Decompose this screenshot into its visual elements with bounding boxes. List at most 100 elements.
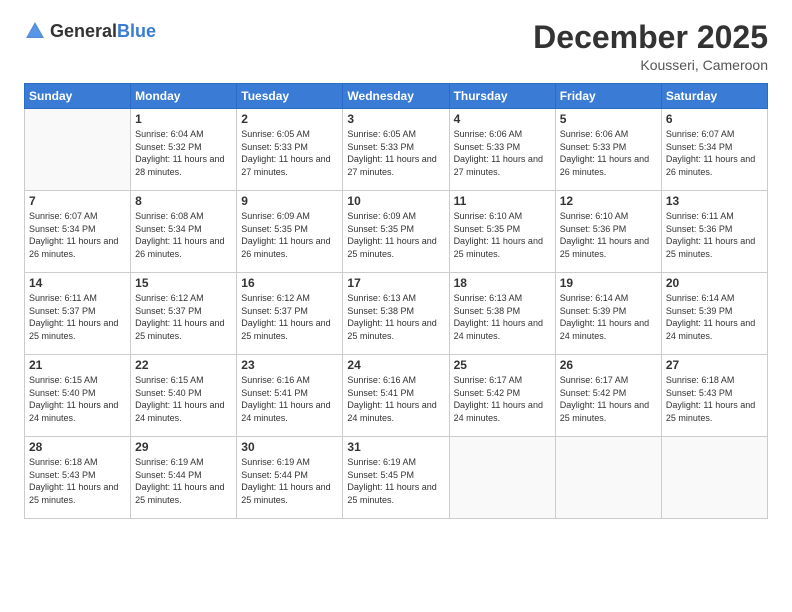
cell-0-5: 5 Sunrise: 6:06 AM Sunset: 5:33 PM Daylig… <box>555 109 661 191</box>
week-row-3: 21 Sunrise: 6:15 AM Sunset: 5:40 PM Dayli… <box>25 355 768 437</box>
cell-4-2: 30Sunrise: 6:19 AM Sunset: 5:44 PM Dayli… <box>237 437 343 519</box>
cell-2-3: 17Sunrise: 6:13 AM Sunset: 5:38 PM Dayli… <box>343 273 449 355</box>
day-number: 6 <box>666 112 763 126</box>
cell-info: Sunrise: 6:04 AM Sunset: 5:32 PM Dayligh… <box>135 128 232 178</box>
cell-info: Sunrise: 6:05 AM Sunset: 5:33 PM Dayligh… <box>347 128 444 178</box>
cell-1-4: 11 Sunrise: 6:10 AM Sunset: 5:35 PM Dayli… <box>449 191 555 273</box>
day-number: 14 <box>29 276 126 290</box>
cell-3-4: 25 Sunrise: 6:17 AM Sunset: 5:42 PM Dayli… <box>449 355 555 437</box>
day-number: 15 <box>135 276 232 290</box>
cell-0-0 <box>25 109 131 191</box>
cell-info: Sunrise: 6:18 AM Sunset: 5:43 PM Dayligh… <box>666 374 763 424</box>
col-header-friday: Friday <box>555 84 661 109</box>
cell-1-3: 10 Sunrise: 6:09 AM Sunset: 5:35 PM Dayli… <box>343 191 449 273</box>
week-row-0: 1 Sunrise: 6:04 AM Sunset: 5:32 PM Daylig… <box>25 109 768 191</box>
cell-2-4: 18 Sunrise: 6:13 AM Sunset: 5:38 PM Dayli… <box>449 273 555 355</box>
cell-info: Sunrise: 6:07 AM Sunset: 5:34 PM Dayligh… <box>29 210 126 260</box>
cell-info: Sunrise: 6:07 AM Sunset: 5:34 PM Dayligh… <box>666 128 763 178</box>
day-number: 17 <box>347 276 444 290</box>
col-header-monday: Monday <box>131 84 237 109</box>
cell-3-2: 23 Sunrise: 6:16 AM Sunset: 5:41 PM Dayli… <box>237 355 343 437</box>
day-number: 24 <box>347 358 444 372</box>
cell-2-5: 19 Sunrise: 6:14 AM Sunset: 5:39 PM Dayli… <box>555 273 661 355</box>
col-header-wednesday: Wednesday <box>343 84 449 109</box>
cell-info: Sunrise: 6:11 AM Sunset: 5:36 PM Dayligh… <box>666 210 763 260</box>
week-row-4: 28 Sunrise: 6:18 AM Sunset: 5:43 PM Dayli… <box>25 437 768 519</box>
cell-info: Sunrise: 6:06 AM Sunset: 5:33 PM Dayligh… <box>454 128 551 178</box>
day-number: 16 <box>241 276 338 290</box>
calendar-table: SundayMondayTuesdayWednesdayThursdayFrid… <box>24 83 768 519</box>
week-row-1: 7 Sunrise: 6:07 AM Sunset: 5:34 PM Daylig… <box>25 191 768 273</box>
cell-4-0: 28 Sunrise: 6:18 AM Sunset: 5:43 PM Dayli… <box>25 437 131 519</box>
cell-info: Sunrise: 6:16 AM Sunset: 5:41 PM Dayligh… <box>241 374 338 424</box>
cell-info: Sunrise: 6:11 AM Sunset: 5:37 PM Dayligh… <box>29 292 126 342</box>
cell-info: Sunrise: 6:12 AM Sunset: 5:37 PM Dayligh… <box>241 292 338 342</box>
cell-info: Sunrise: 6:19 AM Sunset: 5:44 PM Dayligh… <box>135 456 232 506</box>
cell-info: Sunrise: 6:06 AM Sunset: 5:33 PM Dayligh… <box>560 128 657 178</box>
col-header-saturday: Saturday <box>661 84 767 109</box>
cell-3-5: 26Sunrise: 6:17 AM Sunset: 5:42 PM Dayli… <box>555 355 661 437</box>
cell-3-1: 22 Sunrise: 6:15 AM Sunset: 5:40 PM Dayli… <box>131 355 237 437</box>
day-number: 3 <box>347 112 444 126</box>
day-number: 25 <box>454 358 551 372</box>
day-number: 10 <box>347 194 444 208</box>
cell-1-5: 12 Sunrise: 6:10 AM Sunset: 5:36 PM Dayli… <box>555 191 661 273</box>
cell-info: Sunrise: 6:16 AM Sunset: 5:41 PM Dayligh… <box>347 374 444 424</box>
day-number: 4 <box>454 112 551 126</box>
day-number: 9 <box>241 194 338 208</box>
cell-info: Sunrise: 6:17 AM Sunset: 5:42 PM Dayligh… <box>560 374 657 424</box>
cell-1-0: 7 Sunrise: 6:07 AM Sunset: 5:34 PM Daylig… <box>25 191 131 273</box>
day-number: 21 <box>29 358 126 372</box>
cell-1-2: 9Sunrise: 6:09 AM Sunset: 5:35 PM Daylig… <box>237 191 343 273</box>
cell-info: Sunrise: 6:05 AM Sunset: 5:33 PM Dayligh… <box>241 128 338 178</box>
cell-4-3: 31 Sunrise: 6:19 AM Sunset: 5:45 PM Dayli… <box>343 437 449 519</box>
cell-info: Sunrise: 6:18 AM Sunset: 5:43 PM Dayligh… <box>29 456 126 506</box>
day-number: 7 <box>29 194 126 208</box>
day-number: 18 <box>454 276 551 290</box>
header-row: SundayMondayTuesdayWednesdayThursdayFrid… <box>25 84 768 109</box>
day-number: 30 <box>241 440 338 454</box>
cell-info: Sunrise: 6:10 AM Sunset: 5:36 PM Dayligh… <box>560 210 657 260</box>
logo-icon <box>24 20 46 42</box>
cell-info: Sunrise: 6:13 AM Sunset: 5:38 PM Dayligh… <box>454 292 551 342</box>
col-header-thursday: Thursday <box>449 84 555 109</box>
cell-info: Sunrise: 6:15 AM Sunset: 5:40 PM Dayligh… <box>29 374 126 424</box>
cell-info: Sunrise: 6:14 AM Sunset: 5:39 PM Dayligh… <box>666 292 763 342</box>
cell-info: Sunrise: 6:14 AM Sunset: 5:39 PM Dayligh… <box>560 292 657 342</box>
cell-2-0: 14 Sunrise: 6:11 AM Sunset: 5:37 PM Dayli… <box>25 273 131 355</box>
cell-1-6: 13Sunrise: 6:11 AM Sunset: 5:36 PM Dayli… <box>661 191 767 273</box>
day-number: 28 <box>29 440 126 454</box>
cell-info: Sunrise: 6:15 AM Sunset: 5:40 PM Dayligh… <box>135 374 232 424</box>
cell-info: Sunrise: 6:17 AM Sunset: 5:42 PM Dayligh… <box>454 374 551 424</box>
day-number: 23 <box>241 358 338 372</box>
cell-3-0: 21 Sunrise: 6:15 AM Sunset: 5:40 PM Dayli… <box>25 355 131 437</box>
cell-0-1: 1 Sunrise: 6:04 AM Sunset: 5:32 PM Daylig… <box>131 109 237 191</box>
cell-1-1: 8Sunrise: 6:08 AM Sunset: 5:34 PM Daylig… <box>131 191 237 273</box>
day-number: 8 <box>135 194 232 208</box>
cell-4-4 <box>449 437 555 519</box>
cell-info: Sunrise: 6:10 AM Sunset: 5:35 PM Dayligh… <box>454 210 551 260</box>
day-number: 5 <box>560 112 657 126</box>
cell-2-2: 16 Sunrise: 6:12 AM Sunset: 5:37 PM Dayli… <box>237 273 343 355</box>
cell-4-1: 29 Sunrise: 6:19 AM Sunset: 5:44 PM Dayli… <box>131 437 237 519</box>
cell-3-6: 27Sunrise: 6:18 AM Sunset: 5:43 PM Dayli… <box>661 355 767 437</box>
location: Kousseri, Cameroon <box>533 57 768 73</box>
day-number: 2 <box>241 112 338 126</box>
day-number: 29 <box>135 440 232 454</box>
cell-2-6: 20Sunrise: 6:14 AM Sunset: 5:39 PM Dayli… <box>661 273 767 355</box>
logo-general: General <box>50 21 117 41</box>
col-header-tuesday: Tuesday <box>237 84 343 109</box>
header: GeneralBlue December 2025 Kousseri, Came… <box>24 20 768 73</box>
cell-0-3: 3 Sunrise: 6:05 AM Sunset: 5:33 PM Daylig… <box>343 109 449 191</box>
day-number: 31 <box>347 440 444 454</box>
day-number: 11 <box>454 194 551 208</box>
page: GeneralBlue December 2025 Kousseri, Came… <box>0 0 792 612</box>
cell-info: Sunrise: 6:09 AM Sunset: 5:35 PM Dayligh… <box>347 210 444 260</box>
cell-info: Sunrise: 6:19 AM Sunset: 5:45 PM Dayligh… <box>347 456 444 506</box>
cell-2-1: 15Sunrise: 6:12 AM Sunset: 5:37 PM Dayli… <box>131 273 237 355</box>
logo-blue: Blue <box>117 21 156 41</box>
day-number: 1 <box>135 112 232 126</box>
day-number: 19 <box>560 276 657 290</box>
day-number: 22 <box>135 358 232 372</box>
day-number: 12 <box>560 194 657 208</box>
